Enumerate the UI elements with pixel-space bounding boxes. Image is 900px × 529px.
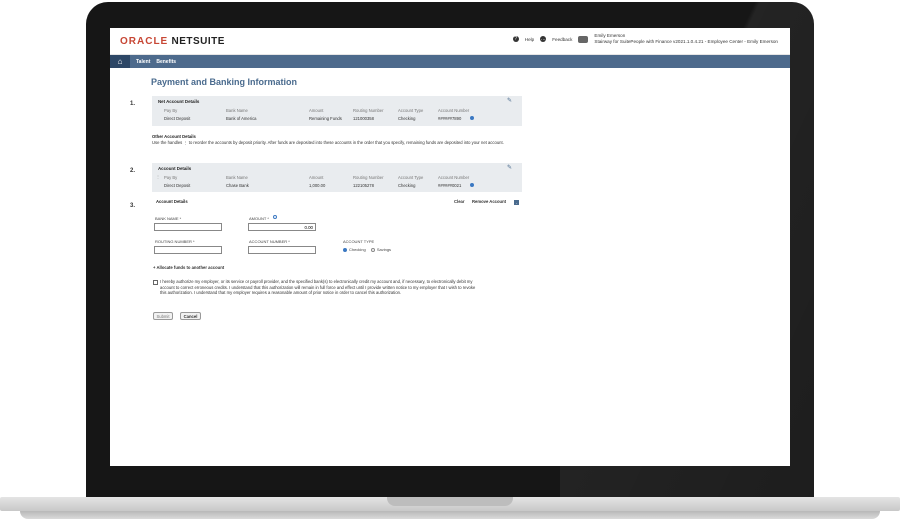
net-account-heading: Net Account Details [158,99,200,104]
net-pay-by: Direct Deposit [164,116,191,121]
net-bank-name: Bank of America [226,116,257,121]
col-pay-by: Pay By [164,108,178,113]
other-account-text: Use the handles ⋮ to reorder the account… [152,140,504,145]
clear-button[interactable]: Clear [454,199,464,205]
amount-input[interactable]: 0.00 [248,223,316,231]
account-number-label: ACCOUNT NUMBER * [249,239,290,244]
acc2-account-number: ######0021 [438,183,462,188]
top-bar: ORACLE NETSUITE ? Help … Feedback Emily … [110,28,790,55]
step-number-1: 1. [130,101,136,107]
view-account-number-icon[interactable] [470,183,474,187]
net-amount: Remaining Funds [309,116,342,121]
page-title: Payment and Banking Information [151,77,298,87]
edit-account-2-icon[interactable]: ✎ [507,164,512,171]
acc2-bank-name: Chase Bank [226,183,249,188]
step-number-3: 3. [130,203,136,209]
account-2-heading: Account Details [158,166,192,171]
bank-name-label: BANK NAME * [155,216,182,221]
feedback-icon[interactable]: … [540,36,547,42]
col-amount: Amount [309,108,324,113]
account-type-label: ACCOUNT TYPE [343,239,375,244]
step-number-2: 2. [130,168,136,174]
help-icon[interactable]: ? [512,36,519,42]
acc2-routing: 122105278 [353,183,374,188]
netsuite-logo[interactable]: ORACLE NETSUITE [120,36,225,47]
collapse-icon[interactable]: - [514,200,519,205]
submit-button[interactable]: Submit [153,312,173,320]
drag-handle-icon[interactable]: ⋮ [156,174,160,179]
routing-number-label: ROUTING NUMBER * [155,239,195,244]
col-account-type: Account Type [398,108,424,113]
laptop-foot [20,511,880,519]
top-right-controls: ? Help … Feedback Emily Emerson Stairway… [512,33,778,45]
acc2-pay-by: Direct Deposit [164,183,191,188]
home-icon[interactable]: ⌂ [110,55,130,68]
col-pay-by: Pay By [164,175,178,180]
account-3-heading: Account Details [156,199,188,204]
feedback-link[interactable]: Feedback [552,37,572,42]
account-type-options: Checking Savings [343,247,391,252]
edit-net-account-icon[interactable]: ✎ [507,97,512,104]
col-routing-number: Routing Number [353,175,384,180]
savings-radio[interactable] [370,247,375,252]
user-info[interactable]: Emily Emerson Stairway for SuitePeople w… [594,33,778,45]
acc2-account-type: Checking [398,183,416,188]
col-account-type: Account Type [398,175,424,180]
col-bank-name: Bank Name [226,175,248,180]
nav-bar: ⌂ Talent Benefits [110,55,790,68]
view-account-number-icon[interactable] [470,116,474,120]
col-bank-name: Bank Name [226,108,248,113]
acc2-amount: 1,000.00 [309,183,326,188]
net-account-type: Checking [398,116,416,121]
net-routing: 121000358 [353,116,374,121]
authorization-text: I hereby authorize my employer, or its s… [160,279,476,296]
net-account-box: Net Account Details ✎ Pay By Bank Name A… [152,96,522,126]
remove-account-button[interactable]: Remove Account [472,199,506,205]
cancel-button[interactable]: Cancel [180,312,201,320]
account-number-input[interactable] [248,246,316,254]
app-screen: ORACLE NETSUITE ? Help … Feedback Emily … [110,28,790,466]
account-2-box: Account Details ✎ ⋮ Pay By Bank Name Amo… [152,163,522,192]
other-account-heading: Other Account Details [152,134,196,139]
routing-number-input[interactable] [154,246,222,254]
net-account-number: ######7890 [438,116,462,121]
user-icon[interactable] [578,35,589,43]
col-account-number: Account Number [438,175,470,180]
info-icon[interactable] [273,215,277,219]
col-amount: Amount [309,175,324,180]
checking-radio[interactable] [343,247,347,252]
authorization-checkbox[interactable] [153,280,158,285]
bank-name-input[interactable] [154,223,222,231]
nav-item-talent[interactable]: Talent [136,59,150,65]
nav-item-benefits[interactable]: Benefits [156,59,176,65]
amount-label: AMOUNT * [249,216,269,221]
allocate-funds-link[interactable]: + Allocate funds to another account [153,265,224,271]
help-link[interactable]: Help [525,37,534,42]
laptop-notch [387,497,513,506]
col-account-number: Account Number [438,108,470,113]
col-routing-number: Routing Number [353,108,384,113]
